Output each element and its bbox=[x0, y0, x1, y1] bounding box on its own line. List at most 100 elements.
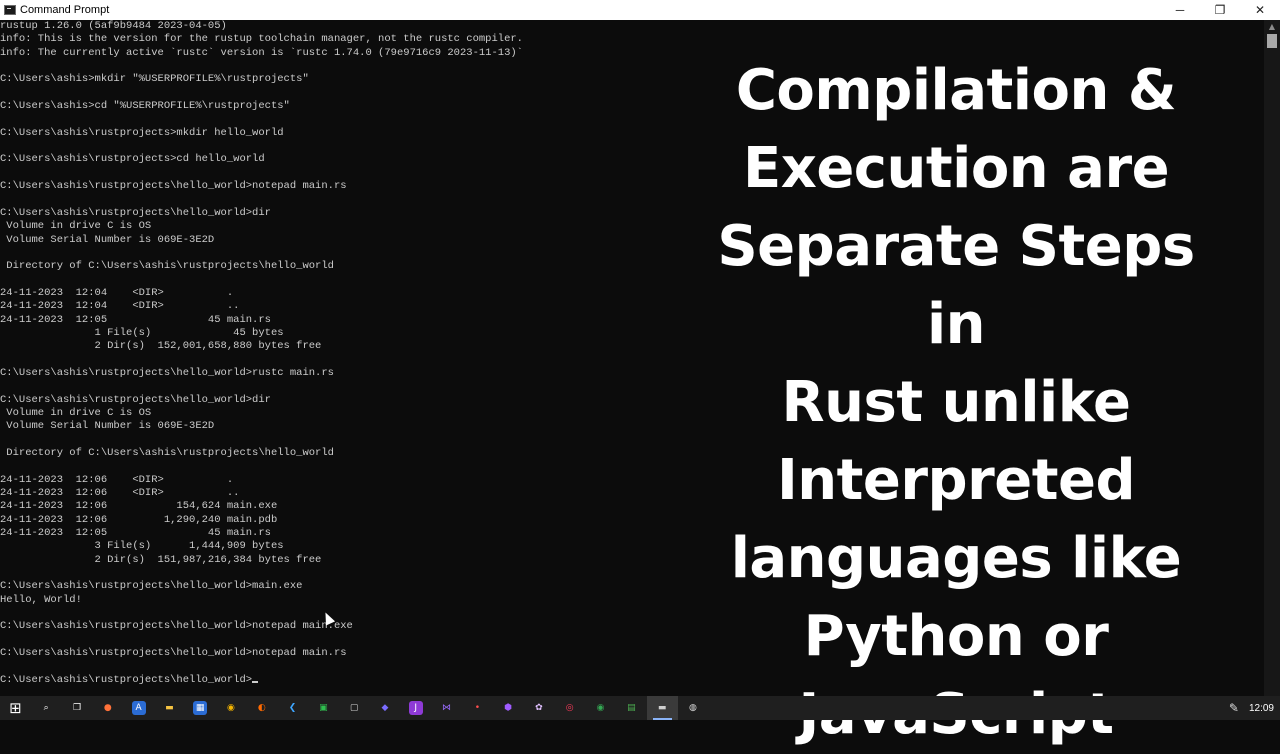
console-line: C:\Users\ashis>cd "%USERPROFILE%\rustpro… bbox=[0, 100, 290, 113]
taskbar-button-app-dot[interactable]: • bbox=[462, 696, 493, 720]
console-line: C:\Users\ashis\rustprojects\hello_world>… bbox=[0, 180, 347, 193]
scrollbar-thumb[interactable] bbox=[1267, 34, 1277, 48]
app-orange-icon: ◐ bbox=[257, 703, 266, 713]
console-line: 24-11-2023 12:04 <DIR> .. bbox=[0, 300, 240, 313]
console-line: Volume in drive C is OS bbox=[0, 406, 152, 419]
console-line: C:\Users\ashis\rustprojects\hello_world>… bbox=[0, 620, 353, 633]
console-line: 24-11-2023 12:06 1,290,240 main.pdb bbox=[0, 513, 278, 526]
console-line: C:\Users\ashis\rustprojects>cd hello_wor… bbox=[0, 153, 265, 166]
taskbar-button-store[interactable]: ▦ bbox=[185, 696, 216, 720]
app-red-icon: ◎ bbox=[565, 703, 574, 713]
overlay-caption-text: Compilation & Execution are Separate Ste… bbox=[717, 58, 1195, 747]
console-line: 24-11-2023 12:06 <DIR> .. bbox=[0, 487, 240, 500]
command-prompt-icon bbox=[4, 5, 16, 15]
taskbar-button-firefox[interactable]: ● bbox=[92, 696, 123, 720]
taskbar-button-start-windows[interactable]: ⊞ bbox=[0, 696, 31, 720]
taskbar-button-search[interactable]: ⌕ bbox=[31, 696, 62, 720]
console-line: Directory of C:\Users\ashis\rustprojects… bbox=[0, 447, 334, 459]
console-line: 24-11-2023 12:05 45 main.rs bbox=[0, 313, 271, 326]
text-cursor bbox=[252, 680, 259, 683]
taskbar-button-app-orange[interactable]: ◐ bbox=[246, 696, 277, 720]
taskbar-button-app-gear[interactable]: ✿ bbox=[524, 696, 555, 720]
taskbar-button-visual-studio[interactable]: ⋈ bbox=[431, 696, 462, 720]
console-prompt: C:\Users\ashis\rustprojects\hello_world> bbox=[0, 673, 253, 686]
taskbar-button-app-hex[interactable]: ⬢ bbox=[493, 696, 524, 720]
console-line: Directory of C:\Users\ashis\rustprojects… bbox=[0, 260, 334, 273]
search-icon: ⌕ bbox=[43, 703, 49, 713]
scroll-up-arrow-icon[interactable]: ▲ bbox=[1264, 20, 1280, 33]
taskbar-button-task-view[interactable]: ❒ bbox=[62, 696, 93, 720]
app-a-icon: A bbox=[131, 701, 146, 715]
taskbar-button-app-red[interactable]: ◎ bbox=[554, 696, 585, 720]
console-line: C:\Users\ashis\rustprojects\hello_world>… bbox=[0, 206, 271, 219]
taskbar-button-chrome-alt[interactable]: ◉ bbox=[585, 696, 616, 720]
obs-icon: ◍ bbox=[688, 703, 697, 713]
window-title: Command Prompt bbox=[20, 4, 110, 16]
console-line: 24-11-2023 12:06 154,624 main.exe bbox=[0, 500, 278, 513]
console-lines: rustup 1.26.0 (5af9b9484 2023-04-05) info… bbox=[0, 20, 523, 687]
taskbar-button-obs[interactable]: ◍ bbox=[678, 696, 709, 720]
vscode-icon: ❮ bbox=[288, 703, 297, 713]
title-bar[interactable]: Command Prompt ─ ❐ ✕ bbox=[0, 0, 1280, 20]
console-line: rustup 1.26.0 (5af9b9484 2023-04-05) bbox=[0, 20, 227, 32]
visual-studio-icon: ⋈ bbox=[442, 703, 452, 713]
jetbrains-icon: J bbox=[408, 701, 423, 715]
app-purple-circle-icon: ◆ bbox=[381, 703, 389, 713]
console-line: Volume Serial Number is 069E-3E2D bbox=[0, 420, 215, 433]
taskbar-button-vscode[interactable]: ❮ bbox=[277, 696, 308, 720]
system-tray: ✎ 12:09 bbox=[1229, 696, 1280, 720]
store-icon: ▦ bbox=[193, 701, 208, 715]
taskbar-button-command-prompt[interactable]: ▬ bbox=[646, 696, 678, 720]
video-overlay-caption: Compilation & Execution are Separate Ste… bbox=[690, 52, 1222, 754]
taskbar-button-file-explorer[interactable]: ▬ bbox=[154, 696, 185, 720]
taskbar-button-app-a[interactable]: A bbox=[123, 696, 154, 720]
console-line: 24-11-2023 12:06 <DIR> . bbox=[0, 473, 234, 486]
file-explorer-icon: ▬ bbox=[165, 703, 174, 713]
app-hex-icon: ⬢ bbox=[504, 703, 513, 713]
console-line: C:\Users\ashis\rustprojects\hello_world> bbox=[0, 674, 523, 687]
console-line: 1 File(s) 45 bytes bbox=[0, 326, 284, 339]
restore-button[interactable]: ❐ bbox=[1200, 0, 1240, 20]
console-line: Volume Serial Number is 069E-3E2D bbox=[0, 233, 215, 246]
taskbar-button-app-purple-circle[interactable]: ◆ bbox=[370, 696, 401, 720]
taskbar-button-app-green[interactable]: ▣ bbox=[308, 696, 339, 720]
console-line: 24-11-2023 12:05 45 main.rs bbox=[0, 527, 271, 540]
clock-time[interactable]: 12:09 bbox=[1249, 703, 1274, 714]
taskbar-button-notepad[interactable]: ▤ bbox=[616, 696, 647, 720]
taskbar-button-terminal[interactable]: ▢ bbox=[339, 696, 370, 720]
console-line: 3 File(s) 1,444,909 bytes bbox=[0, 540, 284, 553]
close-button[interactable]: ✕ bbox=[1240, 0, 1280, 20]
command-prompt-icon: ▬ bbox=[657, 703, 667, 713]
console-line: info: This is the version for the rustup… bbox=[0, 33, 523, 46]
console-line: C:\Users\ashis\rustprojects>mkdir hello_… bbox=[0, 126, 284, 139]
notepad-icon: ▤ bbox=[627, 703, 636, 713]
vertical-scrollbar[interactable]: ▲ bbox=[1264, 20, 1280, 696]
console-line: Hello, World! bbox=[0, 593, 82, 606]
taskbar-button-chrome[interactable]: ◉ bbox=[216, 696, 247, 720]
taskbar: ⊞ ⌕ ❒ ● A ▬ ▦ ◉ ◐ ❮ ▣ ▢ ◆ J ⋈ • ⬢ ✿ ◎ ◉ ▤ ▬ ◍ ✎ 12:09 bbox=[0, 696, 1280, 720]
pen-icon[interactable]: ✎ bbox=[1229, 701, 1239, 715]
console-line: 2 Dir(s) 151,987,216,384 bytes free bbox=[0, 553, 322, 566]
start-windows-icon: ⊞ bbox=[9, 699, 22, 717]
console-line: C:\Users\ashis\rustprojects\hello_world>… bbox=[0, 393, 271, 406]
console-line: C:\Users\ashis\rustprojects\hello_world>… bbox=[0, 366, 334, 379]
console-line: 24-11-2023 12:04 <DIR> . bbox=[0, 286, 234, 299]
minimize-button[interactable]: ─ bbox=[1160, 0, 1200, 20]
taskbar-button-jetbrains[interactable]: J bbox=[400, 696, 431, 720]
chrome-icon: ◉ bbox=[227, 703, 235, 713]
terminal-icon: ▢ bbox=[349, 703, 359, 713]
console-line: 2 Dir(s) 152,001,658,880 bytes free bbox=[0, 340, 322, 353]
taskbar-icons: ⊞ ⌕ ❒ ● A ▬ ▦ ◉ ◐ ❮ ▣ ▢ ◆ J ⋈ • ⬢ ✿ ◎ ◉ ▤ ▬ ◍ bbox=[0, 696, 708, 720]
